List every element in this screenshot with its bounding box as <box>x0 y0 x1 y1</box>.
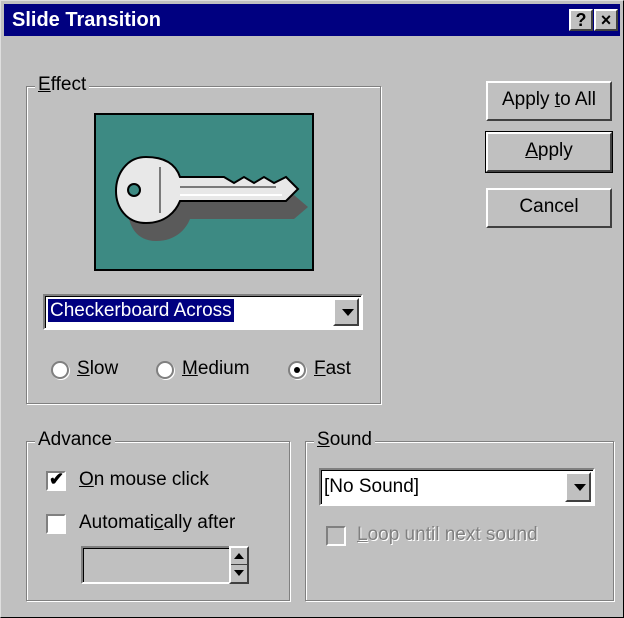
help-button[interactable]: ? <box>569 9 593 31</box>
sound-legend: Sound <box>314 429 375 451</box>
title-bar[interactable]: Slide Transition ? × <box>4 4 620 36</box>
radio-slow-label[interactable]: Slow <box>77 358 118 380</box>
radio-fast-label[interactable]: Fast <box>314 358 351 380</box>
radio-medium-label[interactable]: Medium <box>182 358 250 380</box>
apply-button[interactable]: Apply <box>485 131 613 173</box>
automatically-after-checkbox[interactable] <box>46 514 66 534</box>
key-icon <box>114 155 308 241</box>
close-button[interactable]: × <box>594 9 618 31</box>
auto-advance-time-field[interactable] <box>81 546 231 584</box>
radio-slow[interactable] <box>51 361 69 379</box>
effect-dropdown[interactable]: Checkerboard Across <box>43 294 363 330</box>
sound-dropdown[interactable]: [No Sound] <box>319 468 595 506</box>
loop-until-next-sound-checkbox <box>326 526 346 546</box>
help-icon: ? <box>575 10 587 30</box>
spin-up-icon[interactable] <box>234 553 244 559</box>
chevron-down-icon <box>574 484 586 491</box>
radio-fast[interactable] <box>288 361 306 379</box>
automatically-after-label[interactable]: Automatically after <box>79 512 235 534</box>
close-icon: × <box>600 10 612 30</box>
effect-preview <box>94 113 314 271</box>
radio-medium[interactable] <box>156 361 174 379</box>
loop-until-next-sound-label: Loop until next sound <box>357 524 538 545</box>
on-mouse-click-checkbox[interactable]: ✔ <box>46 469 66 491</box>
dialog-title: Slide Transition <box>12 9 161 31</box>
auto-advance-spinner[interactable] <box>229 546 249 584</box>
slide-transition-dialog: Slide Transition ? × Effect Checkerboard… <box>0 0 624 618</box>
effect-dropdown-button[interactable] <box>333 298 359 326</box>
sound-dropdown-button[interactable] <box>565 472 591 502</box>
apply-to-all-button[interactable]: Apply to All <box>486 81 612 121</box>
on-mouse-click-label[interactable]: On mouse click <box>79 469 209 491</box>
cancel-button[interactable]: Cancel <box>486 188 612 228</box>
effect-legend: Effect <box>35 74 90 96</box>
chevron-down-icon <box>342 309 354 316</box>
sound-selected-value: [No Sound] <box>324 476 420 497</box>
advance-legend: Advance <box>35 429 115 451</box>
checkmark-icon: ✔ <box>49 469 65 489</box>
effect-selected-value: Checkerboard Across <box>48 299 234 322</box>
spin-down-icon[interactable] <box>234 570 244 576</box>
sound-group: Sound <box>305 429 614 601</box>
